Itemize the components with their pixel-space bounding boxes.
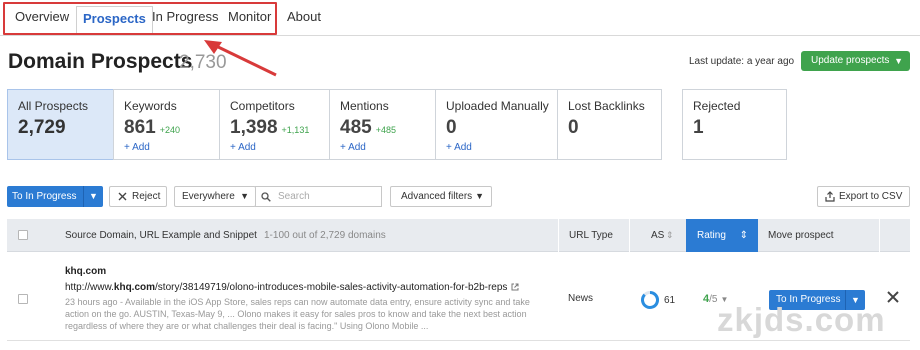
rating-max: /5 — [709, 294, 718, 305]
row-url-type: News — [568, 293, 594, 304]
tab-bar: Overview Prospects In Progress Monitor A… — [0, 0, 920, 36]
card-uploaded-manually[interactable]: Uploaded Manually 0 + Add — [435, 89, 558, 160]
card-label: Uploaded Manually — [446, 99, 549, 113]
select-all-checkbox[interactable] — [18, 230, 28, 240]
card-competitors[interactable]: Competitors 1,398 +1,131 + Add — [219, 89, 330, 160]
add-keywords-link[interactable]: + Add — [124, 142, 150, 153]
card-value: 2,729 — [18, 117, 66, 138]
card-number: 485 — [340, 117, 372, 138]
chevron-down-icon[interactable]: ▼ — [83, 186, 103, 207]
search-placeholder: Search — [278, 191, 310, 202]
url-domain: khq.com — [113, 282, 156, 293]
col-move-prospect: Move prospect — [768, 230, 834, 241]
card-label: Competitors — [230, 99, 295, 113]
page-title: Domain Prospects — [8, 50, 193, 73]
row-divider — [7, 340, 910, 341]
row-as-value: 61 — [664, 295, 676, 306]
card-number: 861 — [124, 117, 156, 138]
card-label: Rejected — [693, 99, 741, 113]
row-url-link[interactable]: http://www.khq.com/story/38149719/olono-… — [65, 282, 519, 293]
card-value: 1 — [693, 117, 704, 138]
external-link-icon[interactable] — [511, 283, 519, 291]
card-keywords[interactable]: Keywords 861 +240 + Add — [113, 89, 220, 160]
update-prospects-label: Update prospects — [811, 55, 890, 66]
search-input[interactable]: Search — [255, 186, 382, 207]
update-prospects-button[interactable]: Update prospects ▼ — [801, 51, 910, 71]
add-mentions-link[interactable]: + Add — [340, 142, 366, 153]
column-divider — [879, 219, 880, 252]
chevron-down-icon: ▼ — [475, 191, 484, 201]
row-checkbox[interactable] — [18, 294, 28, 304]
to-in-progress-label: To In Progress — [12, 191, 77, 202]
url-path: /story/38149719/olono-introduces-mobile-… — [155, 282, 508, 293]
chevron-down-icon[interactable]: ▼ — [845, 290, 865, 310]
add-upload-link[interactable]: + Add — [446, 142, 472, 153]
tab-overview[interactable]: Overview — [15, 9, 69, 24]
card-value: 485 +485 — [340, 117, 396, 139]
card-label: Mentions — [340, 99, 389, 113]
row-to-in-progress-button[interactable]: To In Progress ▼ — [769, 290, 865, 310]
card-delta: +485 — [375, 125, 396, 135]
col-source-domain: Source Domain, URL Example and Snippet — [65, 230, 257, 241]
row-move-label: To In Progress — [776, 294, 841, 305]
col-url-type[interactable]: URL Type — [569, 230, 613, 241]
tab-in-progress[interactable]: In Progress — [152, 9, 218, 24]
reject-button[interactable]: Reject — [109, 186, 167, 207]
sort-icon[interactable]: ⇕ — [666, 230, 674, 241]
row-domain[interactable]: khq.com — [65, 266, 106, 277]
close-icon[interactable] — [886, 290, 900, 304]
col-rating[interactable]: Rating ⇕ — [686, 219, 758, 252]
to-in-progress-button[interactable]: To In Progress ▼ — [7, 186, 103, 207]
card-label: All Prospects — [18, 99, 89, 113]
tab-prospects[interactable]: Prospects — [76, 6, 153, 33]
export-csv-label: Export to CSV — [839, 191, 903, 202]
chevron-down-icon: ▼ — [720, 295, 729, 304]
col-rating-label: Rating — [697, 230, 726, 241]
table-header: Source Domain, URL Example and Snippet 1… — [7, 219, 910, 252]
card-value: 1,398 +1,131 — [230, 117, 309, 139]
range-info: 1-100 out of 2,729 domains — [264, 230, 386, 241]
sort-icon: ⇕ — [739, 230, 748, 241]
export-csv-button[interactable]: Export to CSV — [817, 186, 910, 207]
card-value: 861 +240 — [124, 117, 180, 139]
close-icon — [118, 192, 127, 201]
advanced-filters-label: Advanced filters — [401, 191, 473, 202]
chevron-down-icon: ▼ — [240, 191, 249, 201]
card-label: Keywords — [124, 99, 177, 113]
add-competitors-link[interactable]: + Add — [230, 142, 256, 153]
column-divider — [629, 219, 630, 252]
scope-select[interactable]: Everywhere ▼ — [174, 186, 256, 207]
card-delta: +1,131 — [281, 125, 310, 135]
authority-score-ring-icon — [641, 291, 659, 309]
card-value: 0 — [568, 117, 579, 138]
card-value: 0 — [446, 117, 457, 138]
column-divider — [558, 219, 559, 252]
prospect-count: 2,730 — [179, 52, 227, 73]
col-as[interactable]: AS — [651, 230, 664, 241]
tab-monitor[interactable]: Monitor — [228, 9, 271, 24]
export-icon — [825, 191, 835, 202]
card-number: 1,398 — [230, 117, 278, 138]
card-rejected[interactable]: Rejected 1 — [682, 89, 787, 160]
card-lost-backlinks[interactable]: Lost Backlinks 0 — [557, 89, 662, 160]
card-mentions[interactable]: Mentions 485 +485 + Add — [329, 89, 436, 160]
last-update-text: Last update: a year ago — [689, 56, 795, 67]
chevron-down-icon: ▼ — [894, 56, 903, 66]
url-prefix: http://www. — [65, 282, 114, 293]
row-rating[interactable]: 4/5 ▼ — [703, 293, 728, 305]
card-all-prospects[interactable]: All Prospects 2,729 — [7, 89, 114, 160]
card-delta: +240 — [159, 125, 180, 135]
search-icon — [261, 192, 271, 202]
tab-about[interactable]: About — [287, 9, 321, 24]
advanced-filters-button[interactable]: Advanced filters ▼ — [390, 186, 492, 207]
reject-label: Reject — [132, 191, 161, 202]
row-snippet: 23 hours ago - Available in the iOS App … — [65, 297, 530, 331]
scope-value: Everywhere — [182, 191, 235, 202]
card-label: Lost Backlinks — [568, 99, 645, 113]
